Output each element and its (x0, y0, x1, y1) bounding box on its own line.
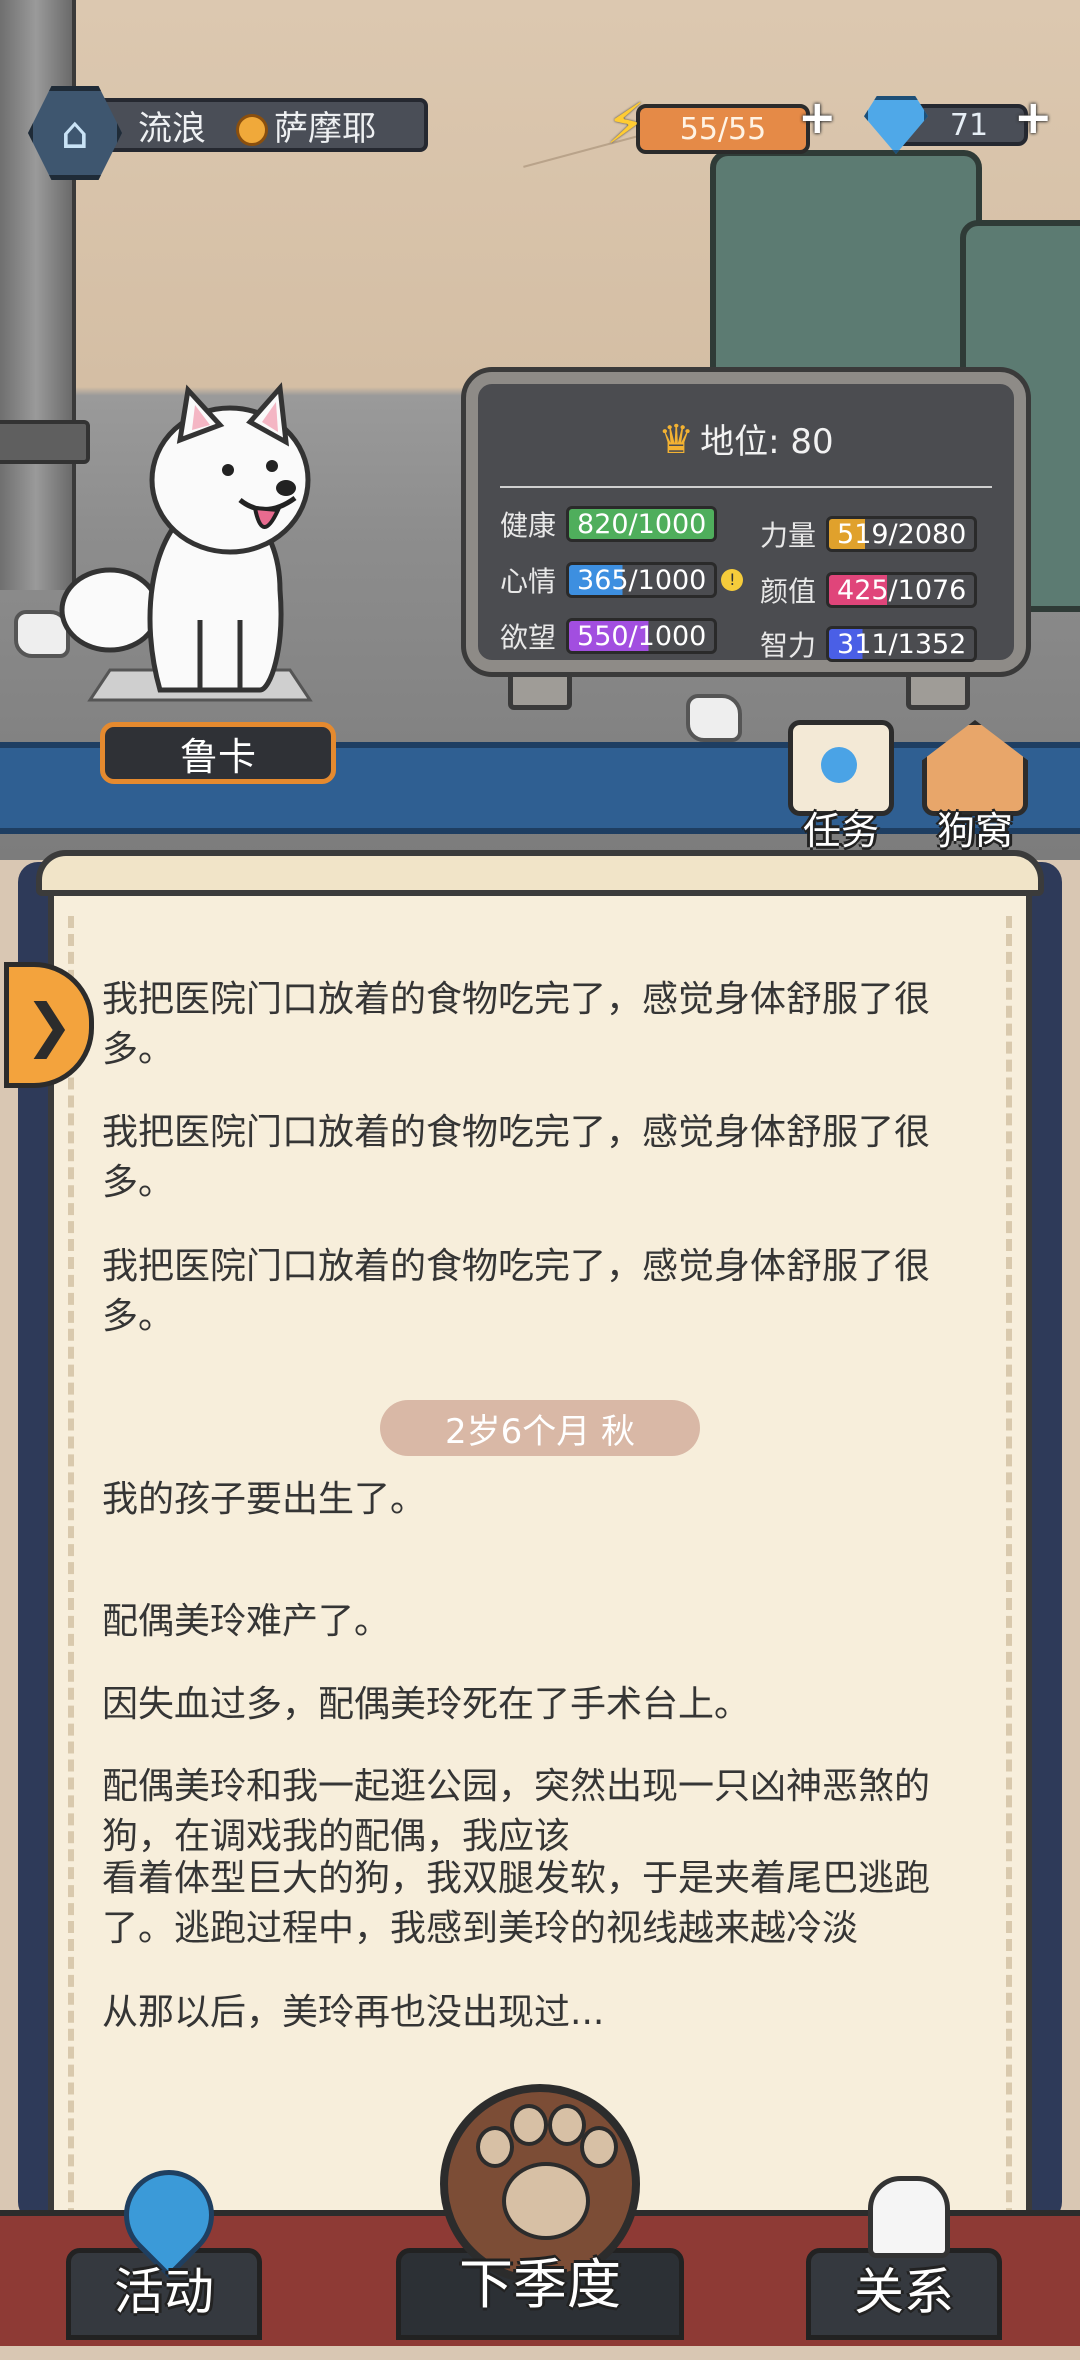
rock (686, 694, 742, 742)
next-season-label[interactable]: 下季度 (396, 2240, 684, 2360)
add-energy-button[interactable]: + (798, 90, 837, 144)
paper-edge (68, 916, 74, 2274)
energy-counter: 55/55 ⚡ + (606, 90, 837, 157)
stat-label: 颜值 (760, 575, 817, 608)
event-log[interactable] (48, 880, 1032, 2280)
samoyed-dog-image[interactable] (50, 370, 350, 710)
log-entry: 因失血过多，配偶美玲死在了手术台上。 (102, 1684, 751, 1725)
paw-toe (580, 2126, 618, 2168)
stat-value: 519/2080 (826, 516, 978, 552)
breed-text: 萨摩耶 (274, 108, 376, 149)
medal-icon (236, 114, 268, 146)
breed-badge: 萨摩耶 (236, 101, 376, 150)
gem-counter: 71 + (864, 90, 1054, 154)
log-entry: 我把医院门口放着的食物吃完了，感觉身体舒服了很多。 (102, 1112, 931, 1203)
chevron-right-icon: ❯ (24, 991, 74, 1059)
status-bar: 流浪 萨摩耶 (90, 98, 428, 152)
stat-strength: 力量 519/2080 (760, 514, 978, 554)
lightning-icon: ⚡ (606, 92, 646, 157)
tasks-button[interactable]: 任务 (776, 720, 906, 853)
stat-value: 550/1000 (566, 618, 718, 654)
stat-intellect: 智力 311/1352 (760, 624, 978, 664)
log-entry: 配偶美玲和我一起逛公园，突然出现一只凶神恶煞的狗，在调戏我的配偶，我应该 (102, 1766, 931, 1857)
add-gems-button[interactable]: + (1014, 90, 1053, 144)
kennel-label: 狗窝 (936, 809, 1013, 853)
stat-mood: 心情 365/1000 ! (500, 560, 744, 600)
stat-label: 智力 (760, 629, 817, 662)
paw-hand-icon (868, 2176, 950, 2258)
status-panel[interactable]: 流浪 萨摩耶 ⌂ (28, 86, 428, 180)
relations-button[interactable]: 关系 (806, 2176, 1002, 2330)
stat-label: 心情 (500, 565, 557, 598)
kennel-button[interactable]: 狗窝 (910, 720, 1040, 853)
stat-desire: 欲望 550/1000 (500, 616, 718, 656)
energy-value: 55/55 (636, 104, 810, 154)
log-entry: 我的孩子要出生了。 (102, 1479, 427, 1520)
status-rank: ♛ 地位: 80 (478, 414, 1014, 463)
log-entry: 我把医院门口放着的食物吃完了，感觉身体舒服了很多。 (102, 979, 931, 1070)
stat-label: 欲望 (500, 621, 557, 654)
relations-label: 关系 (854, 2263, 954, 2321)
paw-toe (510, 2104, 548, 2146)
board-divider (500, 486, 992, 488)
stat-label: 力量 (760, 519, 817, 552)
stat-value: 311/1352 (826, 626, 978, 662)
stat-value: 425/1076 (826, 572, 978, 608)
paper-roll-top (36, 850, 1044, 896)
status-rank-text: 地位: 80 (700, 422, 834, 462)
log-entry: 看着体型巨大的狗，我双腿发软，于是夹着尾巴逃跑了。逃跑过程中，我感到美玲的视线越… (102, 1858, 931, 1949)
stat-label: 健康 (500, 509, 557, 542)
stats-board: ♛ 地位: 80 健康 820/1000 力量 519/2080 心情 365/1… (466, 372, 1026, 672)
log-entry: 我把医院门口放着的食物吃完了，感觉身体舒服了很多。 (102, 1246, 931, 1337)
status-text: 流浪 (138, 108, 206, 149)
stat-value: 365/1000 (566, 562, 718, 598)
stat-value: 820/1000 (566, 506, 718, 542)
date-label: 2岁6个月 秋 (380, 1400, 700, 1456)
stat-health: 健康 820/1000 (500, 504, 718, 544)
paw-toe (476, 2126, 514, 2168)
warning-icon: ! (721, 569, 744, 591)
paper-edge (1006, 916, 1012, 2274)
paw-icon (502, 2162, 590, 2240)
dog-name-plate[interactable]: 鲁卡 (100, 722, 336, 784)
stat-looks: 颜值 425/1076 (760, 570, 978, 610)
activity-button[interactable]: 活动 (66, 2151, 262, 2330)
crown-icon: ♛ (658, 417, 695, 463)
tasks-label: 任务 (802, 809, 879, 853)
activity-label: 活动 (114, 2263, 214, 2321)
log-entry: 配偶美玲难产了。 (102, 1601, 391, 1642)
log-entry: 从那以后，美玲再也没出现过... (102, 1992, 605, 2033)
